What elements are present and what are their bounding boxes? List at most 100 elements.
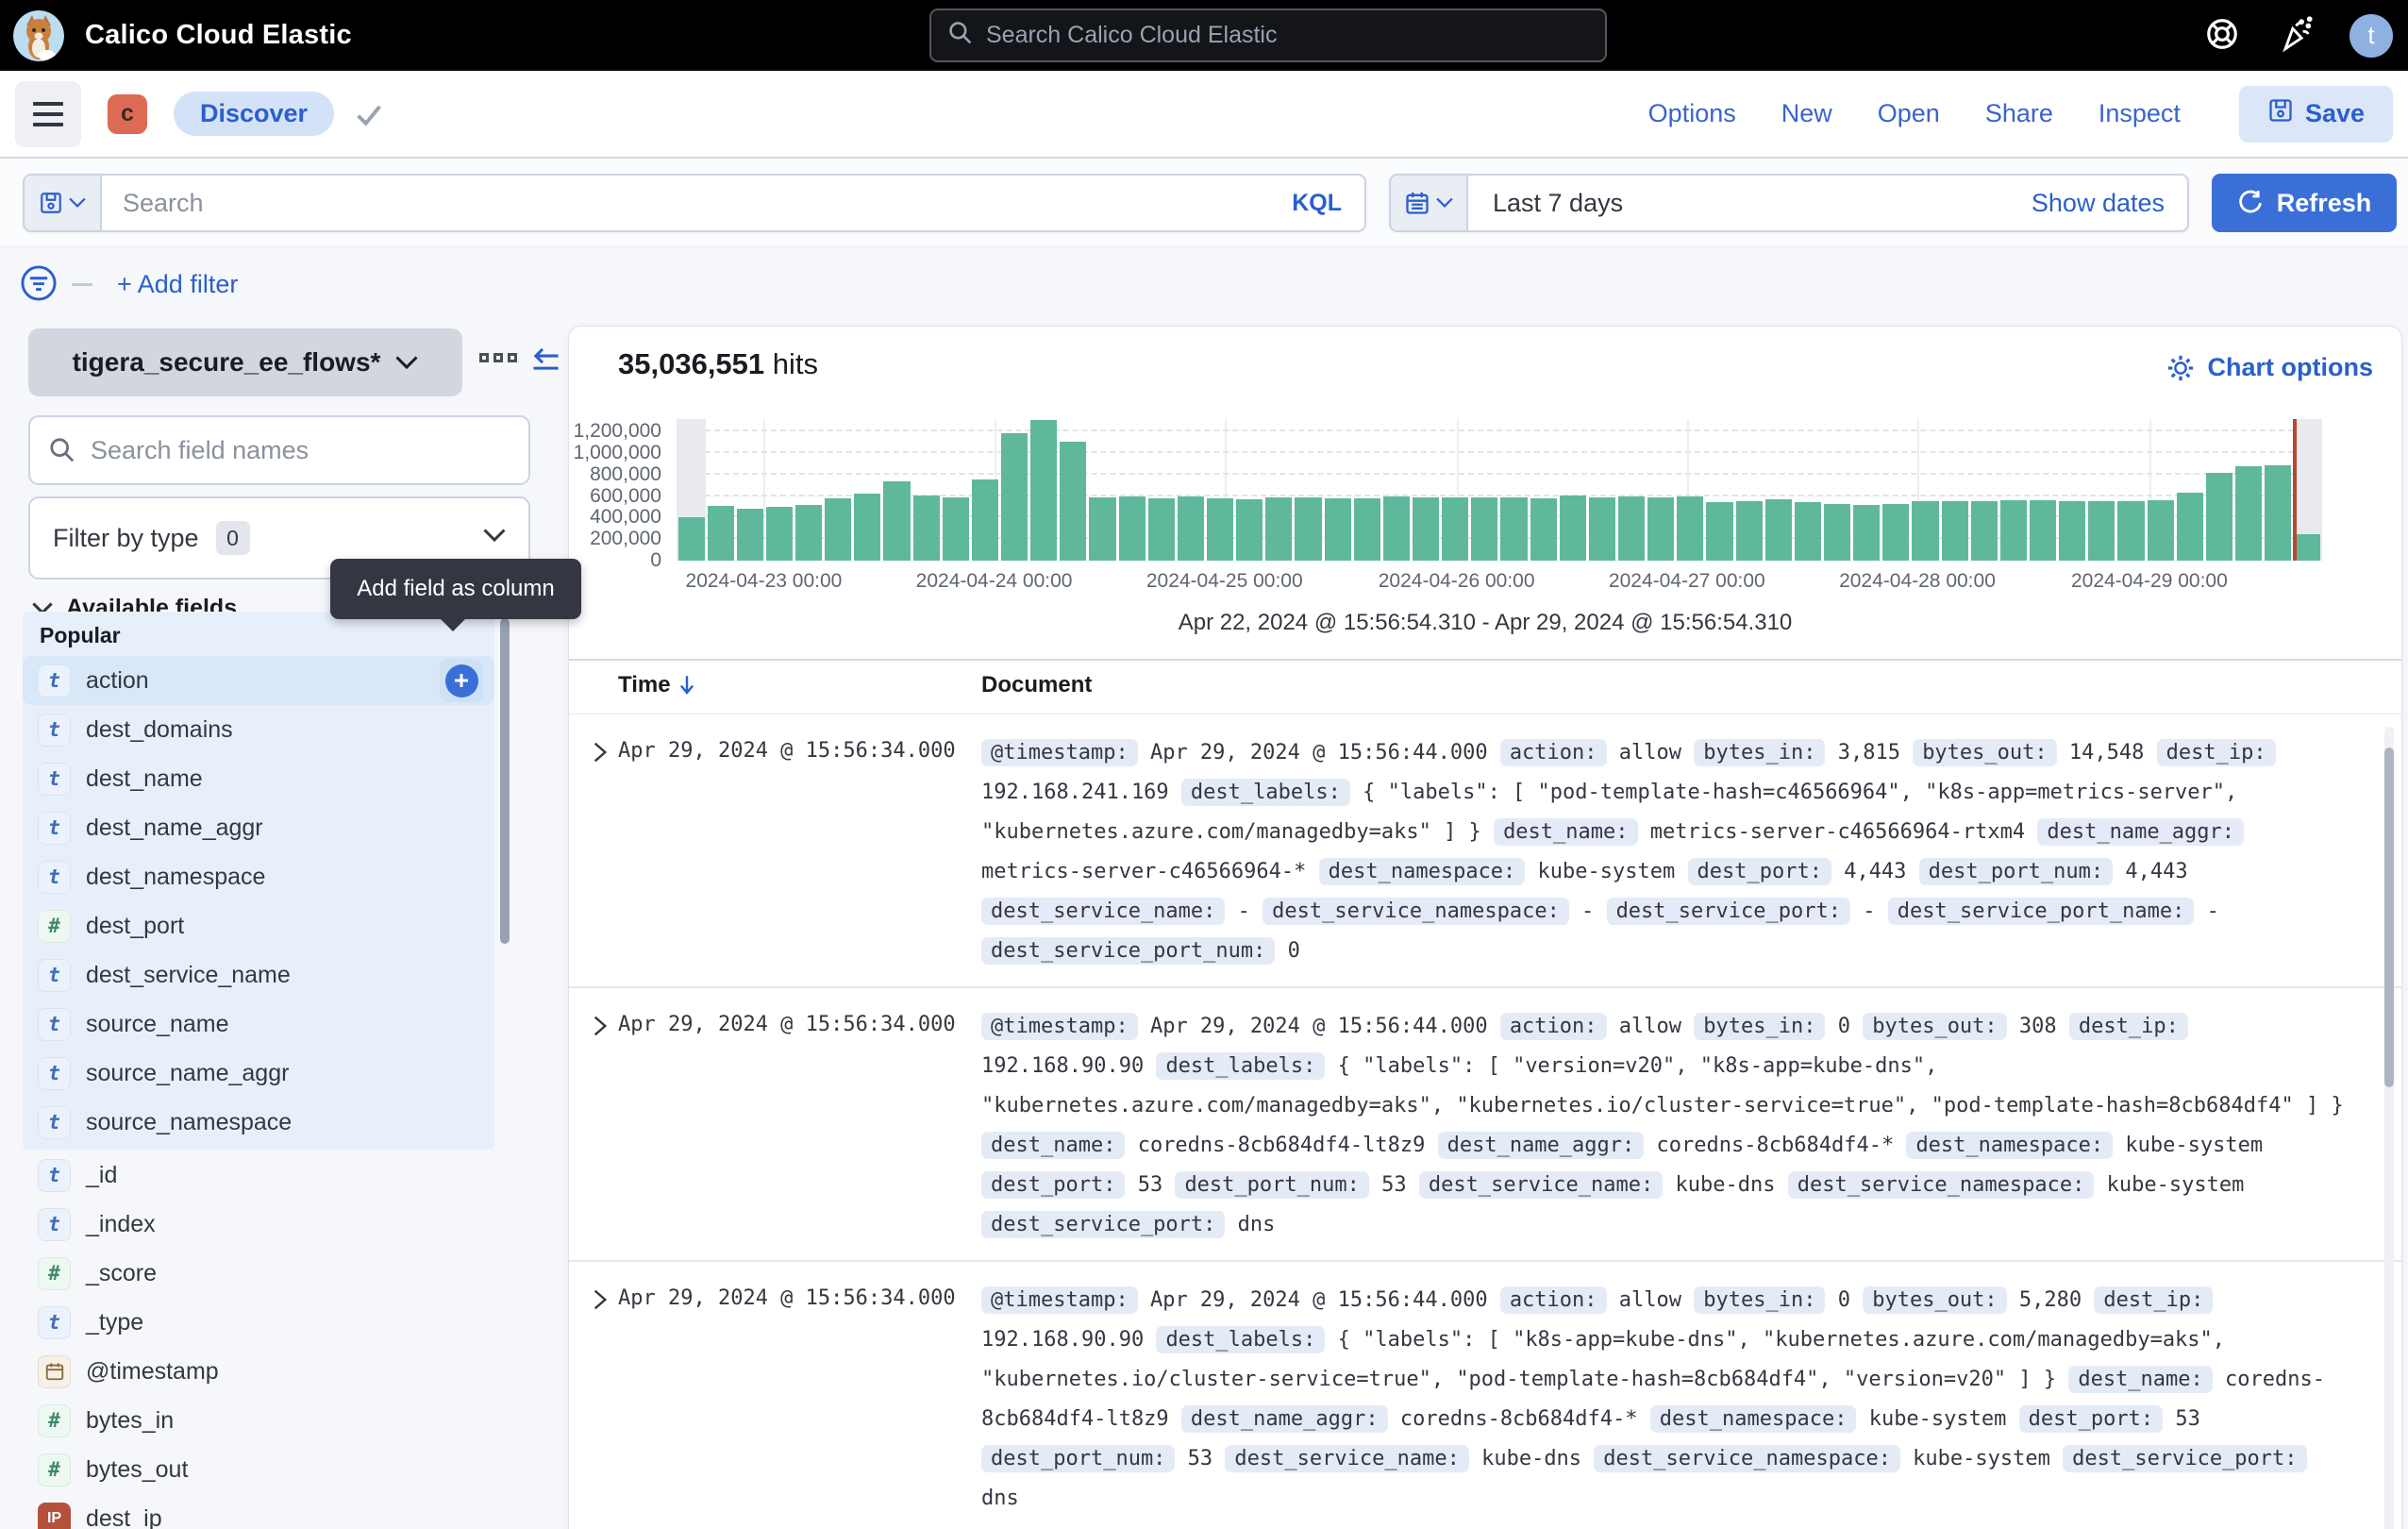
histogram-bar[interactable] <box>706 419 735 561</box>
histogram-bar[interactable] <box>794 419 824 561</box>
histogram-bar[interactable] <box>735 419 764 561</box>
field-item-action[interactable]: taction <box>23 656 494 705</box>
histogram-bar[interactable] <box>1206 419 1235 561</box>
inspect-link[interactable]: Inspect <box>2099 99 2181 128</box>
histogram-bar[interactable] <box>1088 419 1117 561</box>
histogram-bar[interactable] <box>1059 419 1088 561</box>
field-search-box[interactable] <box>28 415 530 485</box>
field-item--id[interactable]: t_id <box>23 1151 494 1200</box>
whats-new-party-popper-icon[interactable] <box>2276 15 2314 56</box>
histogram-bar[interactable] <box>1705 419 1734 561</box>
histogram-bar[interactable] <box>1499 419 1529 561</box>
histogram-bar[interactable] <box>2146 419 2175 561</box>
field-search-input[interactable] <box>91 436 510 465</box>
field-item-bytes-out[interactable]: #bytes_out <box>23 1445 494 1494</box>
histogram-bar[interactable] <box>2293 419 2322 561</box>
time-range-value[interactable]: Last 7 days <box>1493 189 1623 218</box>
histogram-bar[interactable] <box>1852 419 1881 561</box>
options-link[interactable]: Options <box>1648 99 1736 128</box>
histogram-bar[interactable] <box>1000 419 1029 561</box>
histogram-bar[interactable] <box>2087 419 2116 561</box>
user-avatar[interactable]: t <box>2349 14 2393 58</box>
field-item-dest-name-aggr[interactable]: tdest_name_aggr <box>23 803 494 852</box>
histogram-bar[interactable] <box>824 419 853 561</box>
histogram-bar[interactable] <box>1381 419 1411 561</box>
hamburger-menu-icon[interactable] <box>15 81 81 147</box>
histogram-bar[interactable] <box>2116 419 2146 561</box>
histogram-bar[interactable] <box>2028 419 2057 561</box>
time-column-header[interactable]: Time <box>618 672 695 698</box>
space-badge[interactable]: c <box>108 94 147 134</box>
field-item-dest-port[interactable]: #dest_port <box>23 901 494 950</box>
histogram-bar[interactable] <box>1264 419 1294 561</box>
refresh-button[interactable]: Refresh <box>2212 174 2397 232</box>
histogram-bar[interactable] <box>1294 419 1323 561</box>
query-language-kql-button[interactable]: KQL <box>1269 190 1364 217</box>
field-item-dest-service-name[interactable]: tdest_service_name <box>23 950 494 1000</box>
histogram-bar[interactable] <box>1676 419 1705 561</box>
field-item-dest-namespace[interactable]: tdest_namespace <box>23 852 494 901</box>
histogram-bar[interactable] <box>941 419 970 561</box>
histogram-bar[interactable] <box>1734 419 1764 561</box>
histogram-bar[interactable] <box>1558 419 1587 561</box>
expand-row-icon[interactable] <box>582 735 618 771</box>
histogram-bar[interactable] <box>1911 419 1940 561</box>
field-item--score[interactable]: #_score <box>23 1249 494 1298</box>
breadcrumb-discover[interactable]: Discover <box>174 92 334 136</box>
histogram-bar[interactable] <box>1470 419 1499 561</box>
histogram-bar[interactable] <box>1969 419 1998 561</box>
histogram-bar[interactable] <box>1529 419 1558 561</box>
histogram-bar[interactable] <box>1323 419 1352 561</box>
histogram-bar[interactable] <box>882 419 911 561</box>
histogram-bar[interactable] <box>1764 419 1793 561</box>
global-search-input[interactable] <box>986 22 1552 49</box>
add-field-as-column-button[interactable] <box>440 659 483 702</box>
histogram-bar[interactable] <box>2175 419 2204 561</box>
histogram-bar[interactable] <box>1352 419 1381 561</box>
field-item-dest-ip[interactable]: IPdest_ip <box>23 1494 494 1529</box>
histogram-bar[interactable] <box>2058 419 2087 561</box>
histogram-bar[interactable] <box>1412 419 1441 561</box>
histogram-bar[interactable] <box>1029 419 1059 561</box>
index-pattern-selector[interactable]: tigera_secure_ee_flows* <box>28 328 462 396</box>
histogram-bar[interactable] <box>2204 419 2233 561</box>
histogram-bar[interactable] <box>1587 419 1616 561</box>
sidebar-scrollbar[interactable] <box>500 618 510 1147</box>
histogram-bar[interactable] <box>970 419 999 561</box>
field-item-source-name-aggr[interactable]: tsource_name_aggr <box>23 1049 494 1098</box>
filter-options-icon[interactable] <box>19 263 59 306</box>
expand-row-icon[interactable] <box>582 1283 618 1319</box>
open-link[interactable]: Open <box>1878 99 1940 128</box>
histogram-bar[interactable] <box>911 419 941 561</box>
query-search-input[interactable] <box>102 189 1269 218</box>
histogram-bar[interactable] <box>1117 419 1146 561</box>
date-picker-menu-button[interactable] <box>1391 176 1468 230</box>
histogram-bar[interactable] <box>2233 419 2263 561</box>
histogram-bar[interactable] <box>1617 419 1647 561</box>
global-search-box[interactable] <box>929 8 1607 62</box>
histogram-bar[interactable] <box>1940 419 1969 561</box>
collapse-sidebar-icon[interactable] <box>525 344 560 382</box>
histogram-bar[interactable] <box>853 419 882 561</box>
expand-row-icon[interactable] <box>582 1009 618 1045</box>
new-link[interactable]: New <box>1781 99 1832 128</box>
table-scrollbar[interactable] <box>2384 727 2394 1529</box>
saved-query-menu-button[interactable] <box>25 176 102 230</box>
share-link[interactable]: Share <box>1985 99 2053 128</box>
save-button[interactable]: Save <box>2239 86 2393 143</box>
field-settings-icon[interactable] <box>479 353 517 362</box>
histogram-bar[interactable] <box>1176 419 1205 561</box>
histogram-bar[interactable] <box>764 419 794 561</box>
add-filter-button[interactable]: + Add filter <box>117 270 238 299</box>
histogram-bar[interactable] <box>1881 419 1911 561</box>
histogram-bar[interactable] <box>1647 419 1676 561</box>
field-item-bytes-in[interactable]: #bytes_in <box>23 1396 494 1445</box>
field-item-dest-domains[interactable]: tdest_domains <box>23 705 494 754</box>
show-dates-button[interactable]: Show dates <box>2032 189 2165 218</box>
histogram-bar[interactable] <box>1822 419 1851 561</box>
field-item--type[interactable]: t_type <box>23 1298 494 1347</box>
histogram-bar[interactable] <box>1235 419 1264 561</box>
histogram-bar[interactable] <box>677 419 706 561</box>
histogram-bar[interactable] <box>1793 419 1822 561</box>
histogram-bar[interactable] <box>1998 419 2028 561</box>
